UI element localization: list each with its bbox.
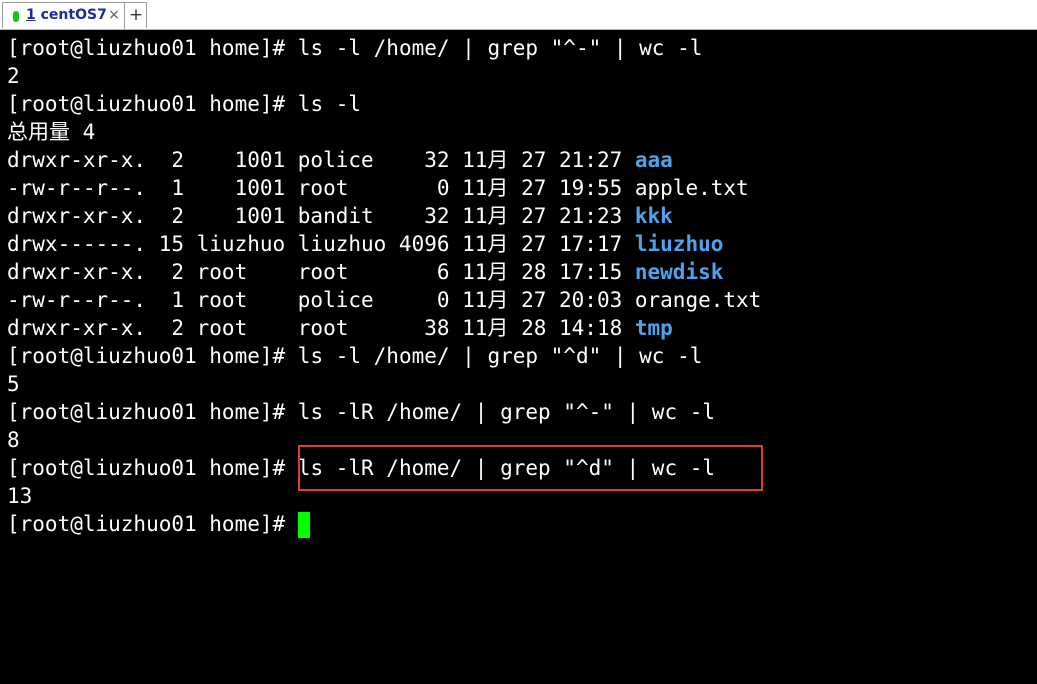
command-text: ls -lR /home/ | grep "^-" | wc -l xyxy=(297,400,716,424)
command-line: [root@liuzhuo01 home]# ls -l xyxy=(7,90,1035,118)
output-text: 总用量 4 xyxy=(7,120,96,144)
tab-title: centOS7 xyxy=(40,7,107,23)
tab-divider xyxy=(124,3,125,29)
command-line: [root@liuzhuo01 home]# ls -lR /home/ | g… xyxy=(7,398,1035,426)
shell-prompt: [root@liuzhuo01 home]# xyxy=(7,512,298,536)
ls-entry: drwx------. 15 liuzhuo liuzhuo 4096 11月 … xyxy=(7,230,1035,258)
tab-bar: 1 centOS7 × + xyxy=(0,0,1037,30)
shell-prompt: [root@liuzhuo01 home]# xyxy=(7,36,298,60)
ls-entry-meta: drwxr-xr-x. 2 root root 38 11月 28 14:18 xyxy=(7,316,635,340)
ls-entry-meta: drwxr-xr-x. 2 1001 police 32 11月 27 21:2… xyxy=(7,148,635,172)
command-text: ls -l xyxy=(297,92,362,116)
ls-entry: drwxr-xr-x. 2 1001 police 32 11月 27 21:2… xyxy=(7,146,1035,174)
output-text: 5 xyxy=(7,372,20,396)
directory-name: tmp xyxy=(634,316,673,340)
ls-entry: drwxr-xr-x. 2 root root 6 11月 28 17:15 n… xyxy=(7,258,1035,286)
close-icon[interactable]: × xyxy=(107,6,121,24)
shell-prompt: [root@liuzhuo01 home]# xyxy=(7,92,298,116)
shell-prompt: [root@liuzhuo01 home]# xyxy=(7,456,298,480)
tab-centos7[interactable]: 1 centOS7 × + xyxy=(2,2,147,29)
directory-name: liuzhuo xyxy=(634,232,724,256)
tab-number: 1 xyxy=(26,7,36,23)
command-text: ls -l /home/ | grep "^-" | wc -l xyxy=(297,36,703,60)
command-line: [root@liuzhuo01 home]# ls -l /home/ | gr… xyxy=(7,342,1035,370)
directory-name: aaa xyxy=(634,148,673,172)
ls-entry-meta: drwxr-xr-x. 2 1001 bandit 32 11月 27 21:2… xyxy=(7,204,635,228)
terminal-cursor xyxy=(297,512,310,538)
ls-entry: drwxr-xr-x. 2 root root 38 11月 28 14:18 … xyxy=(7,314,1035,342)
command-line: [root@liuzhuo01 home]# xyxy=(7,510,1035,538)
command-output: 总用量 4 xyxy=(7,118,1035,146)
highlight-annotation-box xyxy=(298,445,763,491)
ls-entry-meta: drwx------. 15 liuzhuo liuzhuo 4096 11月 … xyxy=(7,232,635,256)
ls-entry: drwxr-xr-x. 2 1001 bandit 32 11月 27 21:2… xyxy=(7,202,1035,230)
directory-name: newdisk xyxy=(634,260,724,284)
terminal-output[interactable]: [root@liuzhuo01 home]# ls -l /home/ | gr… xyxy=(7,34,1035,682)
connection-status-icon xyxy=(13,11,19,22)
new-tab-icon[interactable]: + xyxy=(127,5,145,25)
command-output: 5 xyxy=(7,370,1035,398)
output-text: 2 xyxy=(7,64,20,88)
shell-prompt: [root@liuzhuo01 home]# xyxy=(7,400,298,424)
command-output: 2 xyxy=(7,62,1035,90)
command-line: [root@liuzhuo01 home]# ls -l /home/ | gr… xyxy=(7,34,1035,62)
tab-label[interactable]: 1 centOS7 xyxy=(26,7,107,23)
ls-entry: -rw-r--r--. 1 1001 root 0 11月 27 19:55 a… xyxy=(7,174,1035,202)
shell-prompt: [root@liuzhuo01 home]# xyxy=(7,344,298,368)
file-name: apple.txt xyxy=(634,176,749,200)
directory-name: kkk xyxy=(634,204,673,228)
output-text: 8 xyxy=(7,428,20,452)
ls-entry-meta: -rw-r--r--. 1 1001 root 0 11月 27 19:55 xyxy=(7,176,635,200)
command-text: ls -l /home/ | grep "^d" | wc -l xyxy=(297,344,703,368)
ls-entry: -rw-r--r--. 1 root police 0 11月 27 20:03… xyxy=(7,286,1035,314)
ls-entry-meta: drwxr-xr-x. 2 root root 6 11月 28 17:15 xyxy=(7,260,635,284)
ls-entry-meta: -rw-r--r--. 1 root police 0 11月 27 20:03 xyxy=(7,288,635,312)
file-name: orange.txt xyxy=(634,288,762,312)
output-text: 13 xyxy=(7,484,33,508)
